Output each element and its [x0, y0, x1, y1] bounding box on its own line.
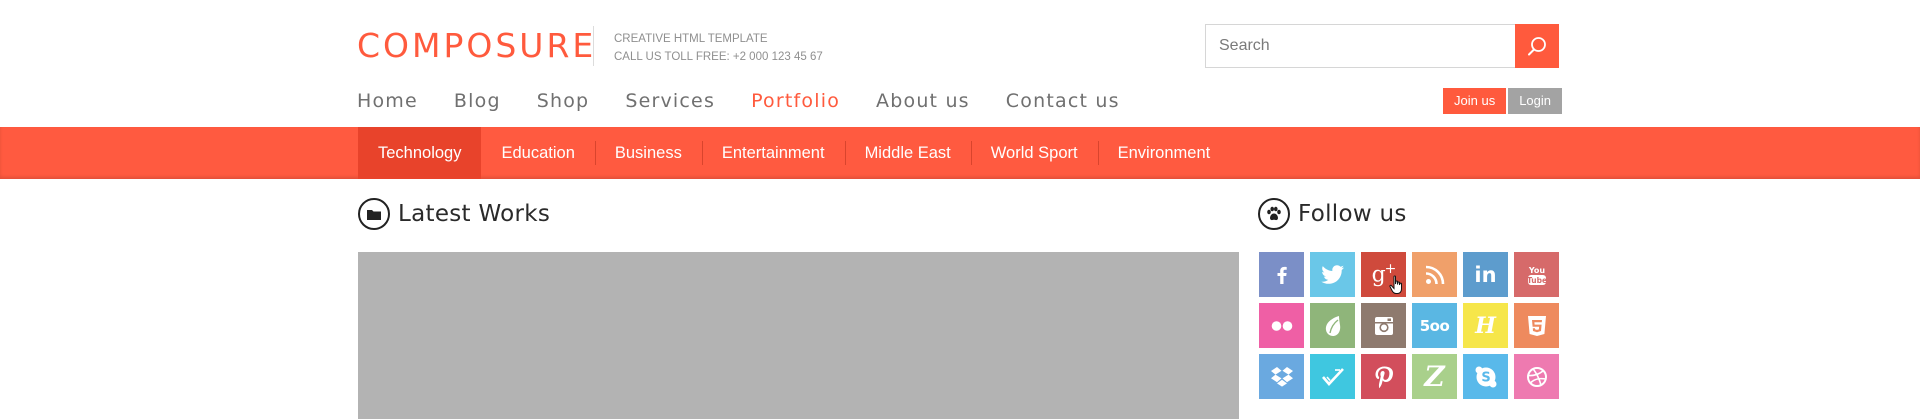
facebook-link[interactable]	[1259, 252, 1304, 297]
instagram-icon	[1374, 316, 1393, 335]
facebook-icon	[1277, 266, 1287, 284]
category-technology[interactable]: Technology	[358, 127, 482, 179]
category-entertainment[interactable]: Entertainment	[701, 127, 845, 179]
social-grid: g+ in You Tube 5oo H Z S	[1259, 252, 1559, 399]
category-middle-east[interactable]: Middle East	[844, 127, 971, 179]
500px-link[interactable]: 5oo	[1412, 303, 1457, 348]
svg-text:Tube: Tube	[1526, 276, 1546, 285]
twitter-link[interactable]	[1310, 252, 1355, 297]
dribbble-link[interactable]	[1514, 354, 1559, 399]
hand-cursor-icon	[1389, 275, 1402, 294]
flickr-link[interactable]	[1259, 303, 1304, 348]
rss-icon	[1425, 265, 1444, 284]
pinterest-link[interactable]	[1361, 354, 1406, 399]
follow-us-title: Follow us	[1298, 201, 1407, 227]
envato-link[interactable]	[1310, 303, 1355, 348]
category-environment[interactable]: Environment	[1097, 127, 1231, 179]
category-world-sport[interactable]: World Sport	[970, 127, 1098, 179]
skype-icon: S	[1475, 366, 1496, 387]
auth-buttons: Join us Login	[1443, 88, 1563, 114]
search-icon	[1528, 37, 1546, 56]
pinterest-icon	[1375, 366, 1393, 388]
latest-works-title: Latest Works	[398, 201, 551, 227]
category-business[interactable]: Business	[594, 127, 702, 179]
zerply-icon: Z	[1424, 360, 1445, 393]
skype-link[interactable]: S	[1463, 354, 1508, 399]
site-logo[interactable]: COMPOSURE	[357, 25, 596, 67]
latest-works-heading: Latest Works	[358, 198, 550, 230]
html5-link[interactable]	[1514, 303, 1559, 348]
folder-icon	[358, 198, 390, 230]
tagline-phone: CALL US TOLL FREE: +2 000 123 45 67	[614, 51, 823, 63]
tagline-title: CREATIVE HTML TEMPLATE	[614, 33, 768, 45]
nav-shop[interactable]: Shop	[537, 88, 590, 114]
forrst-link[interactable]	[1310, 354, 1355, 399]
join-us-button[interactable]: Join us	[1443, 88, 1507, 114]
twitter-icon	[1320, 264, 1344, 284]
category-tabs: Technology Education Business Entertainm…	[358, 127, 1230, 179]
search-button[interactable]	[1515, 24, 1559, 68]
html5-icon	[1527, 315, 1546, 336]
flickr-icon	[1271, 320, 1292, 331]
linkedin-link[interactable]: in	[1463, 252, 1508, 297]
logo-divider	[593, 26, 594, 66]
follow-us-heading: Follow us	[1258, 198, 1407, 230]
nav-home[interactable]: Home	[357, 88, 418, 114]
nav-blog[interactable]: Blog	[454, 88, 501, 114]
nav-contact-us[interactable]: Contact us	[1006, 88, 1120, 114]
instagram-link[interactable]	[1361, 303, 1406, 348]
latest-works-image[interactable]	[358, 252, 1239, 419]
paw-icon	[1258, 198, 1290, 230]
hype-icon: H	[1475, 312, 1496, 339]
svg-text:S: S	[1481, 370, 1490, 385]
forrst-icon	[1321, 367, 1344, 386]
nav-services[interactable]: Services	[625, 88, 715, 114]
dropbox-link[interactable]	[1259, 354, 1304, 399]
rss-link[interactable]	[1412, 252, 1457, 297]
500px-icon: 5oo	[1419, 316, 1450, 335]
linkedin-icon: in	[1474, 262, 1497, 287]
main-nav: Home Blog Shop Services Portfolio About …	[357, 88, 1120, 114]
nav-about-us[interactable]: About us	[876, 88, 970, 114]
dribbble-icon	[1526, 366, 1547, 387]
dropbox-icon	[1270, 366, 1293, 387]
envato-icon	[1325, 315, 1340, 336]
category-bar: Technology Education Business Entertainm…	[0, 127, 1920, 179]
page: COMPOSURE CREATIVE HTML TEMPLATE CALL US…	[0, 0, 1920, 419]
zerply-link[interactable]: Z	[1412, 354, 1457, 399]
hype-link[interactable]: H	[1463, 303, 1508, 348]
svg-text:You: You	[1527, 266, 1545, 275]
search-input[interactable]	[1206, 25, 1515, 67]
nav-portfolio[interactable]: Portfolio	[751, 88, 840, 114]
category-education[interactable]: Education	[481, 127, 594, 179]
youtube-link[interactable]: You Tube	[1514, 252, 1559, 297]
login-button[interactable]: Login	[1508, 88, 1563, 114]
search-box	[1205, 24, 1559, 68]
youtube-icon: YouTube	[1526, 266, 1547, 285]
tagline: CREATIVE HTML TEMPLATE CALL US TOLL FREE…	[614, 30, 823, 66]
